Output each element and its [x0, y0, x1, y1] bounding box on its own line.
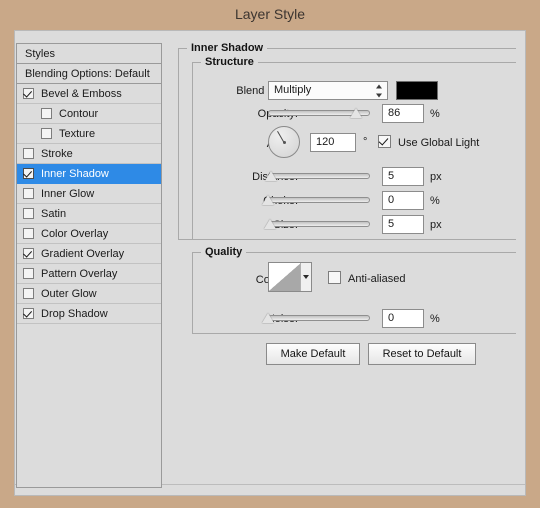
- effect-toggle-checkbox[interactable]: [23, 288, 34, 299]
- noise-slider[interactable]: [262, 311, 370, 325]
- styles-list-rows: Bevel & Emboss Contour Texture Stroke Inner …: [17, 84, 161, 324]
- sidebar-item-texture[interactable]: Texture: [17, 124, 161, 144]
- angle-dial-hub: [282, 140, 286, 144]
- sidebar-item-inner-glow[interactable]: Inner Glow: [17, 184, 161, 204]
- effect-settings-panel: Inner Shadow Structure Blend Mode: Multi…: [178, 40, 516, 370]
- effect-toggle-checkbox[interactable]: [23, 188, 34, 199]
- chevron-updown-icon: [376, 84, 383, 97]
- sidebar-item-drop-shadow[interactable]: Drop Shadow: [17, 304, 161, 324]
- choke-unit: %: [430, 195, 440, 207]
- choke-slider-thumb[interactable]: [262, 195, 274, 205]
- distance-slider[interactable]: [265, 169, 370, 183]
- sidebar-item-label: Drop Shadow: [41, 308, 108, 320]
- anti-aliased-checkbox[interactable]: [328, 271, 341, 284]
- opacity-input[interactable]: 86: [382, 104, 424, 123]
- title-bar: Layer Style: [0, 0, 540, 30]
- angle-dial[interactable]: [268, 126, 300, 158]
- distance-slider-track: [268, 173, 370, 179]
- sidebar-item-pattern-overlay[interactable]: Pattern Overlay: [17, 264, 161, 284]
- effect-toggle-checkbox[interactable]: [23, 228, 34, 239]
- use-global-light-label: Use Global Light: [398, 137, 480, 149]
- size-slider-track: [268, 221, 370, 227]
- sidebar-item-bevel-emboss[interactable]: Bevel & Emboss: [17, 84, 161, 104]
- size-input[interactable]: 5: [382, 215, 424, 234]
- blend-mode-value: Multiply: [274, 84, 312, 96]
- make-default-button[interactable]: Make Default: [266, 343, 360, 365]
- size-slider[interactable]: [264, 217, 370, 231]
- size-slider-thumb[interactable]: [264, 219, 277, 229]
- opacity-slider-thumb[interactable]: [349, 108, 362, 118]
- noise-unit: %: [430, 313, 440, 325]
- sidebar-item-stroke[interactable]: Stroke: [17, 144, 161, 164]
- sidebar-item-label: Outer Glow: [41, 288, 97, 300]
- sidebar-item-outer-glow[interactable]: Outer Glow: [17, 284, 161, 304]
- sidebar-item-label: Inner Shadow: [41, 168, 109, 180]
- chevron-down-icon[interactable]: [300, 263, 311, 291]
- styles-list-filler: [17, 324, 161, 487]
- contour-picker[interactable]: [268, 262, 312, 292]
- angle-input[interactable]: 120: [310, 133, 356, 152]
- opacity-unit: %: [430, 108, 440, 120]
- styles-header-label: Styles: [25, 48, 55, 60]
- inner-shadow-group-title: Inner Shadow: [187, 42, 268, 54]
- blending-options-label: Blending Options: Default: [25, 68, 150, 80]
- effect-toggle-checkbox[interactable]: [23, 308, 34, 319]
- sidebar-item-contour[interactable]: Contour: [17, 104, 161, 124]
- noise-slider-track: [268, 315, 370, 321]
- sidebar-item-label: Contour: [59, 108, 99, 120]
- sidebar-item-label: Satin: [41, 208, 67, 220]
- noise-slider-thumb[interactable]: [262, 313, 274, 323]
- distance-input[interactable]: 5: [382, 167, 424, 186]
- effect-toggle-checkbox[interactable]: [23, 88, 34, 99]
- blend-mode-select[interactable]: Multiply: [268, 81, 388, 100]
- sidebar-item-inner-shadow[interactable]: Inner Shadow: [17, 164, 161, 184]
- sidebar-item-label: Texture: [59, 128, 96, 140]
- sidebar-item-label: Stroke: [41, 148, 73, 160]
- choke-input[interactable]: 0: [382, 191, 424, 210]
- contour-preview: [269, 263, 301, 291]
- effect-toggle-checkbox[interactable]: [41, 128, 52, 139]
- structure-group-title: Structure: [201, 56, 258, 68]
- effect-toggle-checkbox[interactable]: [23, 248, 34, 259]
- angle-unit: °: [363, 136, 368, 148]
- effect-toggle-checkbox[interactable]: [41, 108, 52, 119]
- use-global-light-checkbox[interactable]: [378, 135, 391, 148]
- reset-to-default-button[interactable]: Reset to Default: [368, 343, 476, 365]
- distance-slider-thumb[interactable]: [265, 171, 278, 181]
- anti-aliased-label: Anti-aliased: [348, 273, 406, 285]
- sidebar-item-label: Color Overlay: [41, 228, 109, 240]
- effect-toggle-checkbox[interactable]: [23, 168, 34, 179]
- sidebar-item-label: Bevel & Emboss: [41, 88, 122, 100]
- sidebar-item-gradient-overlay[interactable]: Gradient Overlay: [17, 244, 161, 264]
- choke-slider[interactable]: [262, 193, 370, 207]
- effect-toggle-checkbox[interactable]: [23, 148, 34, 159]
- styles-list-header[interactable]: Styles: [17, 44, 161, 64]
- effect-toggle-checkbox[interactable]: [23, 268, 34, 279]
- sidebar-item-blending-options[interactable]: Blending Options: Default: [17, 64, 161, 84]
- sidebar-item-color-overlay[interactable]: Color Overlay: [17, 224, 161, 244]
- sidebar-item-label: Pattern Overlay: [41, 268, 118, 280]
- size-unit: px: [430, 219, 442, 231]
- opacity-slider[interactable]: [268, 106, 370, 120]
- noise-input[interactable]: 0: [382, 309, 424, 328]
- sidebar-item-satin[interactable]: Satin: [17, 204, 161, 224]
- layer-style-dialog: Layer Style Styles Blending Options: Def…: [0, 0, 540, 508]
- effect-toggle-checkbox[interactable]: [23, 208, 34, 219]
- styles-list[interactable]: Styles Blending Options: Default Bevel &…: [16, 43, 162, 488]
- shadow-color-swatch[interactable]: [396, 81, 438, 100]
- distance-unit: px: [430, 171, 442, 183]
- sidebar-item-label: Inner Glow: [41, 188, 95, 200]
- quality-group-title: Quality: [201, 246, 247, 258]
- page-title: Layer Style: [234, 6, 306, 22]
- choke-slider-track: [268, 197, 370, 203]
- sidebar-item-label: Gradient Overlay: [41, 248, 125, 260]
